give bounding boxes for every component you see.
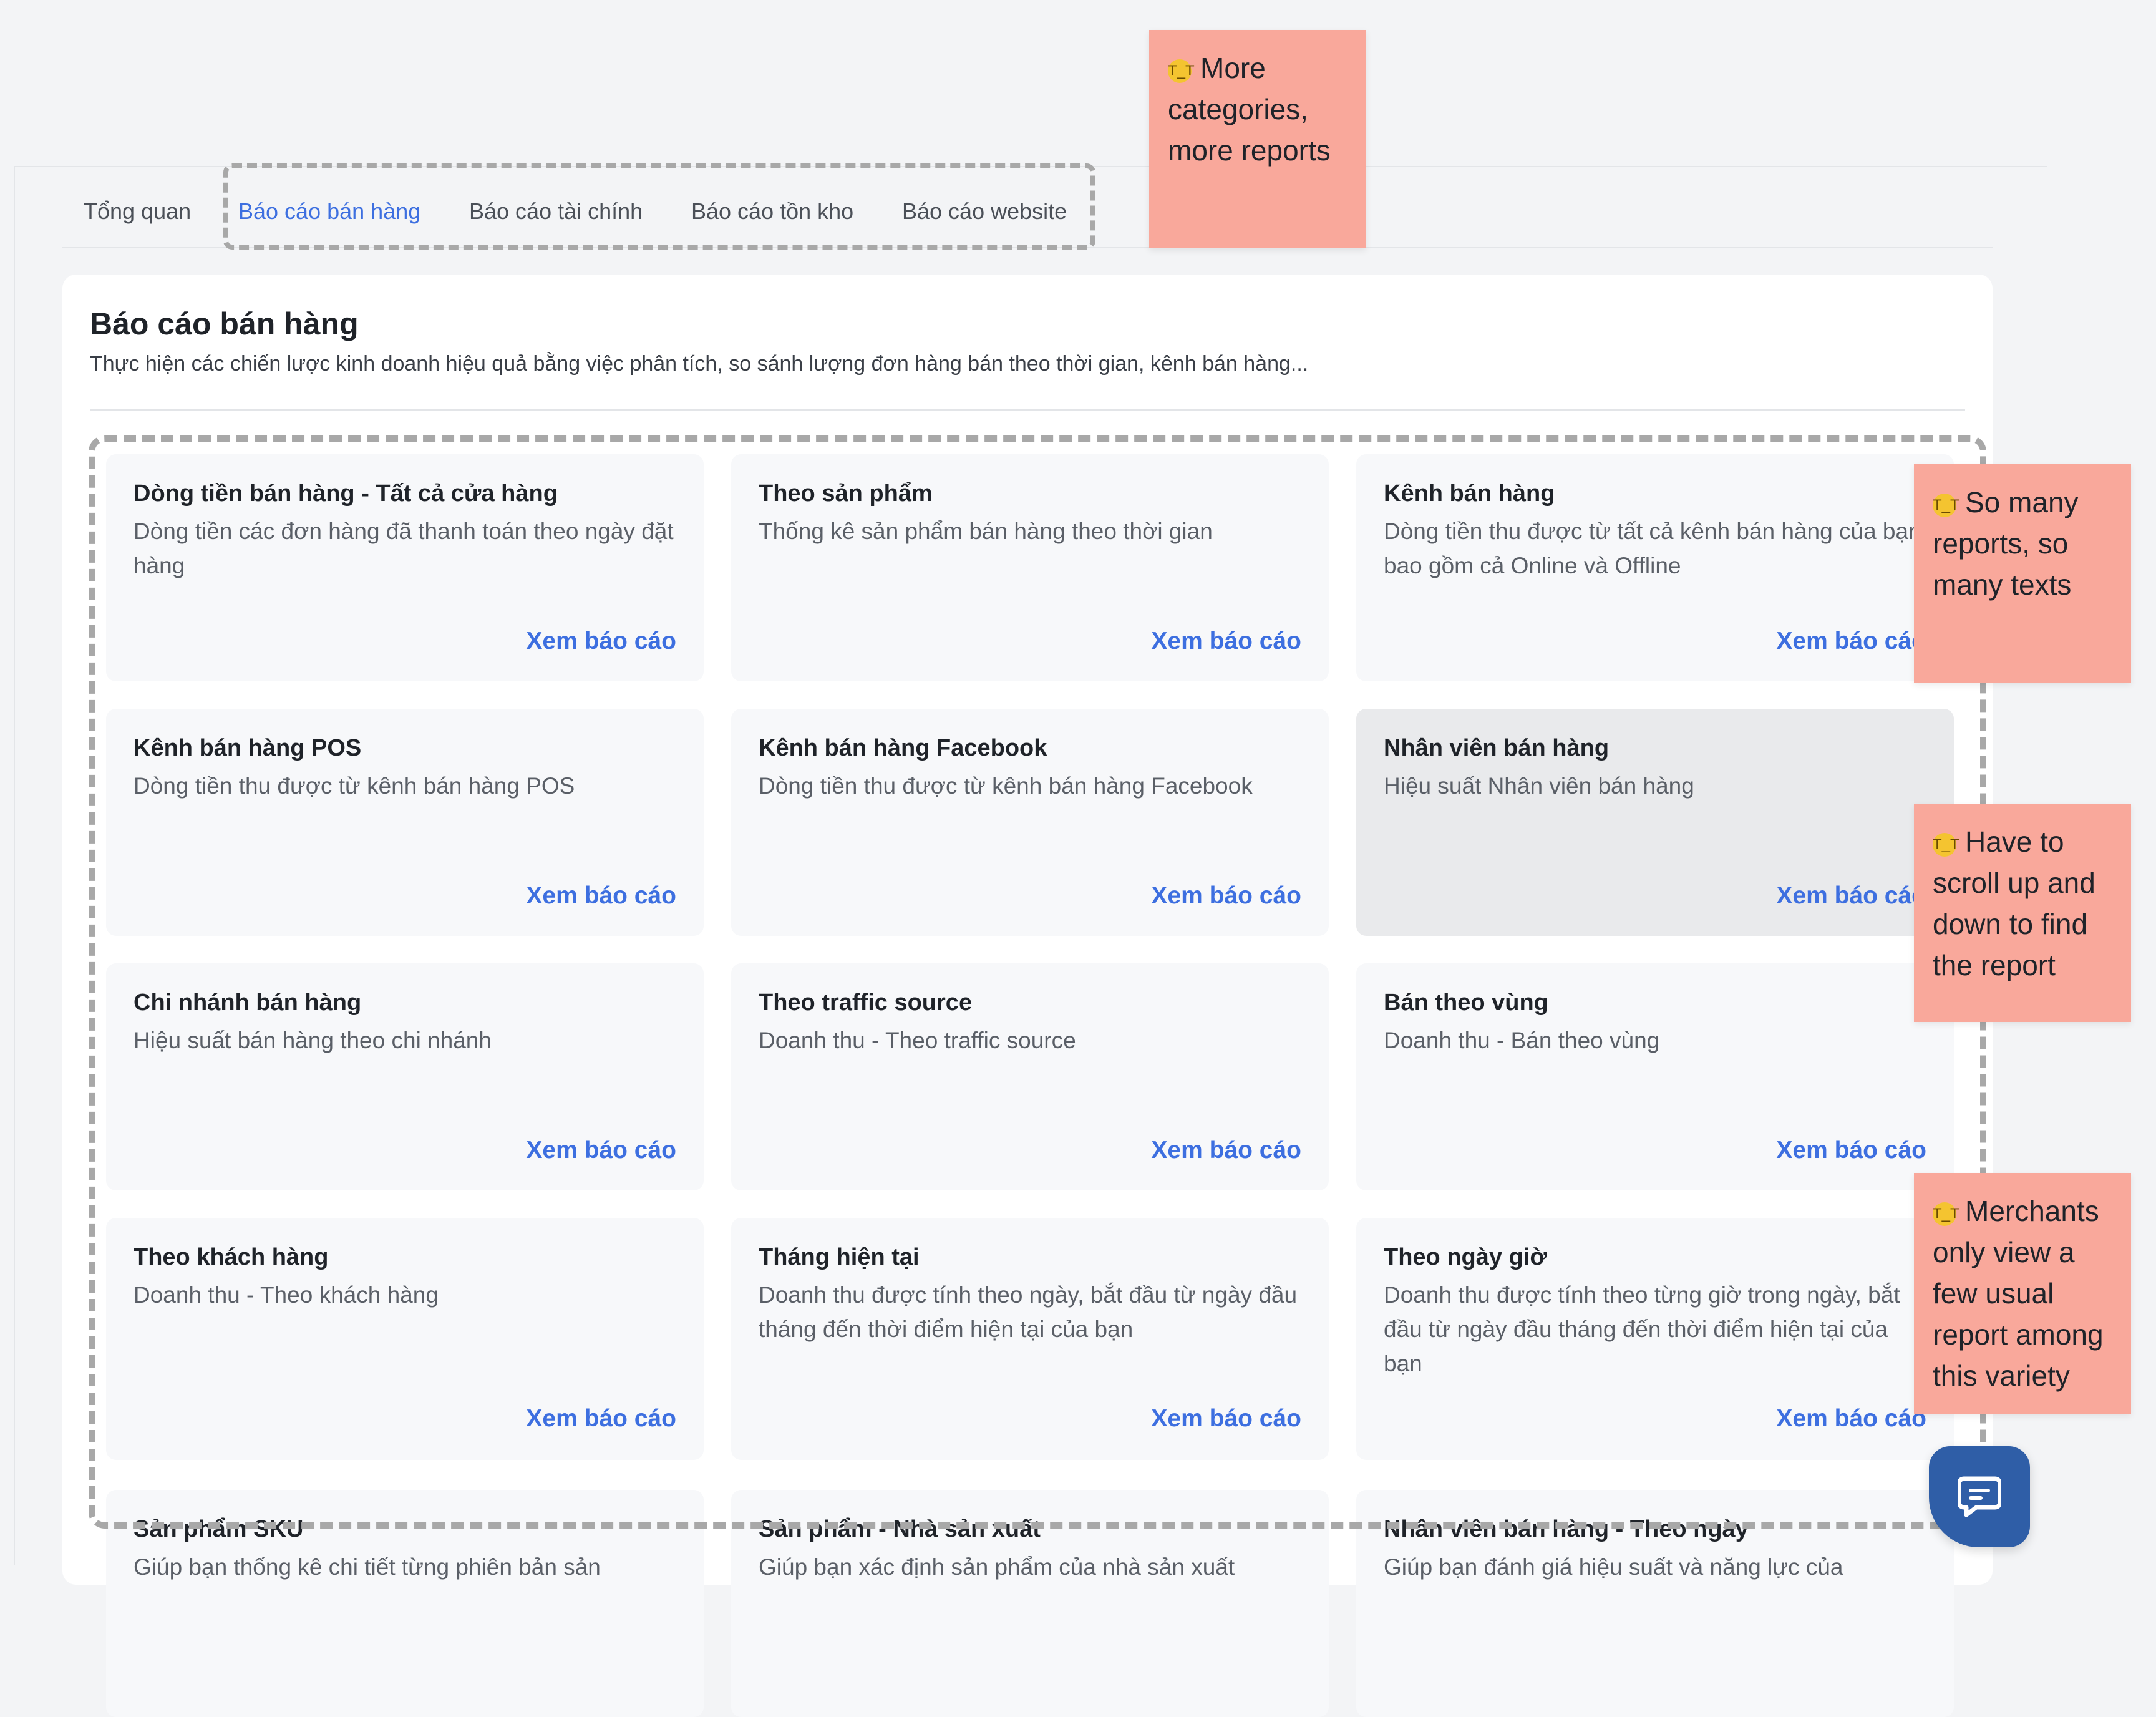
sticky-note: T_T So many reports, so many texts [1914,464,2131,683]
panel-divider [90,409,1965,411]
sticky-note: T_T Have to scroll up and down to find th… [1914,804,2131,1022]
chat-support-button[interactable] [1929,1446,2030,1547]
left-divider [14,166,15,1565]
sticky-note: T_T Merchants only view a few usual repor… [1914,1173,2131,1414]
report-card-description: Giúp bạn thống kê chi tiết từng phiên bả… [134,1554,601,1580]
report-card-description: Giúp bạn xác định sản phẩm của nhà sản x… [759,1554,1235,1580]
page-title: Báo cáo bán hàng [90,306,359,341]
crying-face-icon: T_T [1933,833,1959,857]
report-grid-highlight-box [89,435,1986,1529]
page-description: Thực hiện các chiến lược kinh doanh hiệu… [90,352,1309,376]
crying-face-icon: T_T [1933,494,1959,517]
crying-face-icon: T_T [1933,1202,1959,1226]
crying-face-icon: T_T [1168,59,1195,83]
tab-overview[interactable]: Tổng quan [84,198,191,225]
sticky-note: T_T More categories, more reports [1149,30,1366,248]
tabs-highlight-box [223,163,1095,250]
report-card-description: Giúp bạn đánh giá hiệu suất và năng lực … [1384,1554,1843,1580]
sticky-note-text: Merchants only view a few usual report a… [1933,1195,2104,1392]
chat-icon [1958,1476,2001,1517]
